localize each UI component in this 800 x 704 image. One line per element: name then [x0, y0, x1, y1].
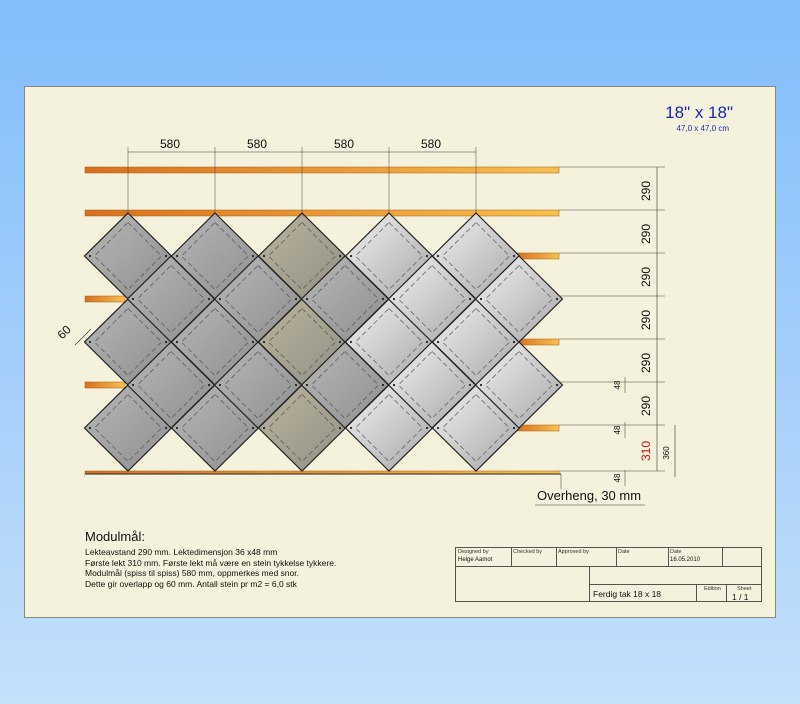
nail-hole: [262, 340, 266, 344]
nail-hole: [294, 297, 298, 301]
notes-block: Modulmål: Lekteavstand 290 mm. Lektedime…: [85, 529, 336, 589]
dim-overlap-small-3: 48: [613, 473, 622, 482]
nail-hole: [175, 340, 179, 344]
nail-hole: [305, 383, 309, 387]
nail-hole: [207, 383, 211, 387]
designed-by-label: Designed by: [458, 549, 489, 555]
nail-hole: [251, 254, 255, 258]
nail-hole: [251, 340, 255, 344]
tiles: [83, 212, 564, 488]
drawing-sheet: 580 580 580 580 290 290 290 290 290 290 …: [24, 86, 776, 618]
notes-title: Modulmål:: [85, 529, 145, 544]
nail-hole: [381, 297, 385, 301]
nail-hole: [436, 340, 440, 344]
drawing-title: Ferdig tak 18 x 18: [593, 589, 662, 599]
nail-hole: [88, 340, 92, 344]
nail-hole: [164, 340, 168, 344]
nail-hole: [251, 426, 255, 430]
date-label: Date: [618, 549, 630, 555]
nail-hole: [338, 426, 342, 430]
dim-top-2: 580: [247, 137, 267, 151]
dim-right-4: 290: [639, 310, 653, 330]
batten: [84, 295, 126, 303]
dim-right-3: 290: [639, 267, 653, 287]
date-label-2: Date: [670, 549, 682, 555]
dim-overlap-small-2: 48: [613, 425, 622, 434]
dim-right-1: 290: [639, 181, 653, 201]
nail-hole: [294, 383, 298, 387]
edition-label: Edition: [704, 586, 721, 592]
dim-top-3: 580: [334, 137, 354, 151]
dim-overlap-small-1: 48: [613, 380, 622, 389]
nail-hole: [425, 254, 429, 258]
nail-hole: [175, 254, 179, 258]
tile-cutoff-mask: [85, 474, 561, 488]
nail-hole: [131, 383, 135, 387]
designed-by-value: Helge Aamot: [458, 557, 493, 563]
nail-hole: [392, 297, 396, 301]
nail-hole: [305, 297, 309, 301]
nail-hole: [381, 383, 385, 387]
tile-size-subtitle: 47,0 x 47,0 cm: [676, 124, 729, 133]
nail-hole: [425, 340, 429, 344]
nail-hole: [131, 297, 135, 301]
nail-hole: [479, 383, 483, 387]
overhang-label: Overheng, 30 mm: [537, 488, 641, 503]
notes-line: Dette gir overlapp og 60 mm. Antall stei…: [85, 578, 297, 589]
nail-hole: [479, 297, 483, 301]
nail-hole: [164, 254, 168, 258]
nail-hole: [436, 254, 440, 258]
nail-hole: [218, 383, 222, 387]
batten: [84, 381, 126, 389]
nail-hole: [88, 426, 92, 430]
dim-top-4: 580: [421, 137, 441, 151]
nail-hole: [468, 297, 472, 301]
approved-by-label: Approved by: [558, 549, 589, 555]
nail-hole: [512, 254, 516, 258]
nail-hole: [425, 426, 429, 430]
nail-hole: [218, 297, 222, 301]
nail-hole: [349, 340, 353, 344]
nail-hole: [512, 426, 516, 430]
nail-hole: [262, 254, 266, 258]
nail-hole: [175, 426, 179, 430]
nail-hole: [349, 426, 353, 430]
dim-total: 360: [662, 446, 671, 460]
sheet-value: 1 / 1: [732, 592, 749, 602]
dim-right-6: 290: [639, 396, 653, 416]
nail-hole: [338, 254, 342, 258]
date-value: 16.05.2010: [670, 557, 701, 563]
notes-line: Modulmål (spiss til spiss) 580 mm, oppme…: [85, 568, 299, 578]
checked-by-label: Checked by: [513, 549, 543, 555]
nail-hole: [555, 383, 559, 387]
batten: [84, 209, 560, 217]
nail-hole: [88, 254, 92, 258]
nail-hole: [555, 297, 559, 301]
nail-hole: [392, 383, 396, 387]
nail-hole: [436, 426, 440, 430]
nail-hole: [207, 297, 211, 301]
nail-hole: [338, 340, 342, 344]
tile-size-title: 18" x 18": [665, 103, 733, 122]
nail-hole: [164, 426, 168, 430]
dim-right-5: 290: [639, 353, 653, 373]
nail-hole: [468, 383, 472, 387]
nail-hole: [262, 426, 266, 430]
dim-first-batten: 310: [639, 441, 653, 461]
nail-hole: [349, 254, 353, 258]
dim-right-2: 290: [639, 224, 653, 244]
notes-line: Lekteavstand 290 mm. Lektedimensjon 36 x…: [85, 547, 278, 557]
notes-line: Første lekt 310 mm. Første lekt må være …: [85, 557, 337, 568]
dim-top-1: 580: [160, 137, 180, 151]
batten: [84, 166, 560, 174]
nail-hole: [512, 340, 516, 344]
title-block: Designed by Helge Aamot Checked by Appro…: [455, 547, 762, 602]
dim-overlap-60: 60: [54, 322, 74, 342]
